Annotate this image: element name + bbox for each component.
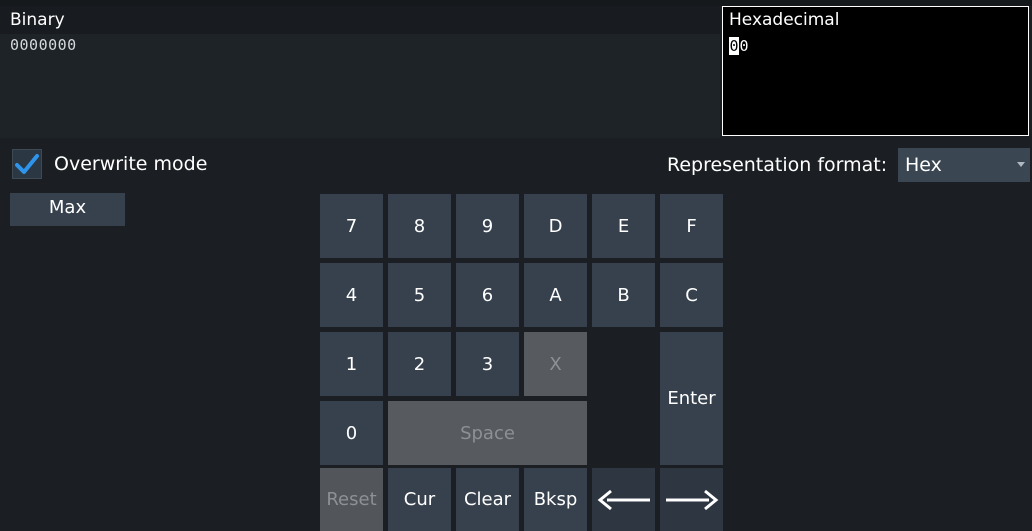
key-2[interactable]: 2 xyxy=(388,332,451,396)
hex-cursor-digit: 0 xyxy=(729,37,739,55)
binary-title-bar: Binary xyxy=(0,6,720,34)
key-d[interactable]: D xyxy=(524,194,587,258)
key-1[interactable]: 1 xyxy=(320,332,383,396)
key-e[interactable]: E xyxy=(592,194,655,258)
hexadecimal-input[interactable]: 00 xyxy=(729,37,749,55)
key-7[interactable]: 7 xyxy=(320,194,383,258)
reset-key[interactable]: Reset xyxy=(320,468,383,531)
arrow-left-icon xyxy=(597,489,650,510)
chevron-down-icon xyxy=(1017,162,1025,167)
key-b[interactable]: B xyxy=(592,263,655,327)
cursor-right-key[interactable] xyxy=(660,468,723,531)
representation-format-value: Hex xyxy=(905,154,942,176)
hexadecimal-panel[interactable]: Hexadecimal 00 xyxy=(722,6,1029,136)
cursor-key[interactable]: Cur xyxy=(388,468,451,531)
key-4[interactable]: 4 xyxy=(320,263,383,327)
key-0[interactable]: 0 xyxy=(320,401,383,465)
binary-title: Binary xyxy=(10,10,65,30)
key-9[interactable]: 9 xyxy=(456,194,519,258)
representation-format-select[interactable]: Hex xyxy=(898,148,1030,182)
overwrite-mode-checkbox[interactable] xyxy=(12,149,42,179)
key-3[interactable]: 3 xyxy=(456,332,519,396)
binary-panel: Binary 0000000 xyxy=(0,6,720,138)
key-6[interactable]: 6 xyxy=(456,263,519,327)
enter-key[interactable]: Enter xyxy=(660,332,723,465)
clear-key[interactable]: Clear xyxy=(456,468,519,531)
overwrite-mode-label[interactable]: Overwrite mode xyxy=(54,153,207,175)
representation-format-label: Representation format: xyxy=(667,154,888,176)
backspace-key[interactable]: Bksp xyxy=(524,468,587,531)
key-f[interactable]: F xyxy=(660,194,723,258)
key-a[interactable]: A xyxy=(524,263,587,327)
key-x[interactable]: X xyxy=(524,332,587,396)
max-button[interactable]: Max xyxy=(10,193,125,226)
key-5[interactable]: 5 xyxy=(388,263,451,327)
key-c[interactable]: C xyxy=(660,263,723,327)
binary-value: 0000000 xyxy=(10,36,77,54)
space-key[interactable]: Space xyxy=(388,401,587,465)
key-8[interactable]: 8 xyxy=(388,194,451,258)
checkmark-icon xyxy=(15,154,39,174)
cursor-left-key[interactable] xyxy=(592,468,655,531)
hexadecimal-title: Hexadecimal xyxy=(729,10,840,30)
hex-digit: 0 xyxy=(739,37,749,55)
arrow-right-icon xyxy=(665,489,718,510)
max-button-label: Max xyxy=(48,197,87,218)
